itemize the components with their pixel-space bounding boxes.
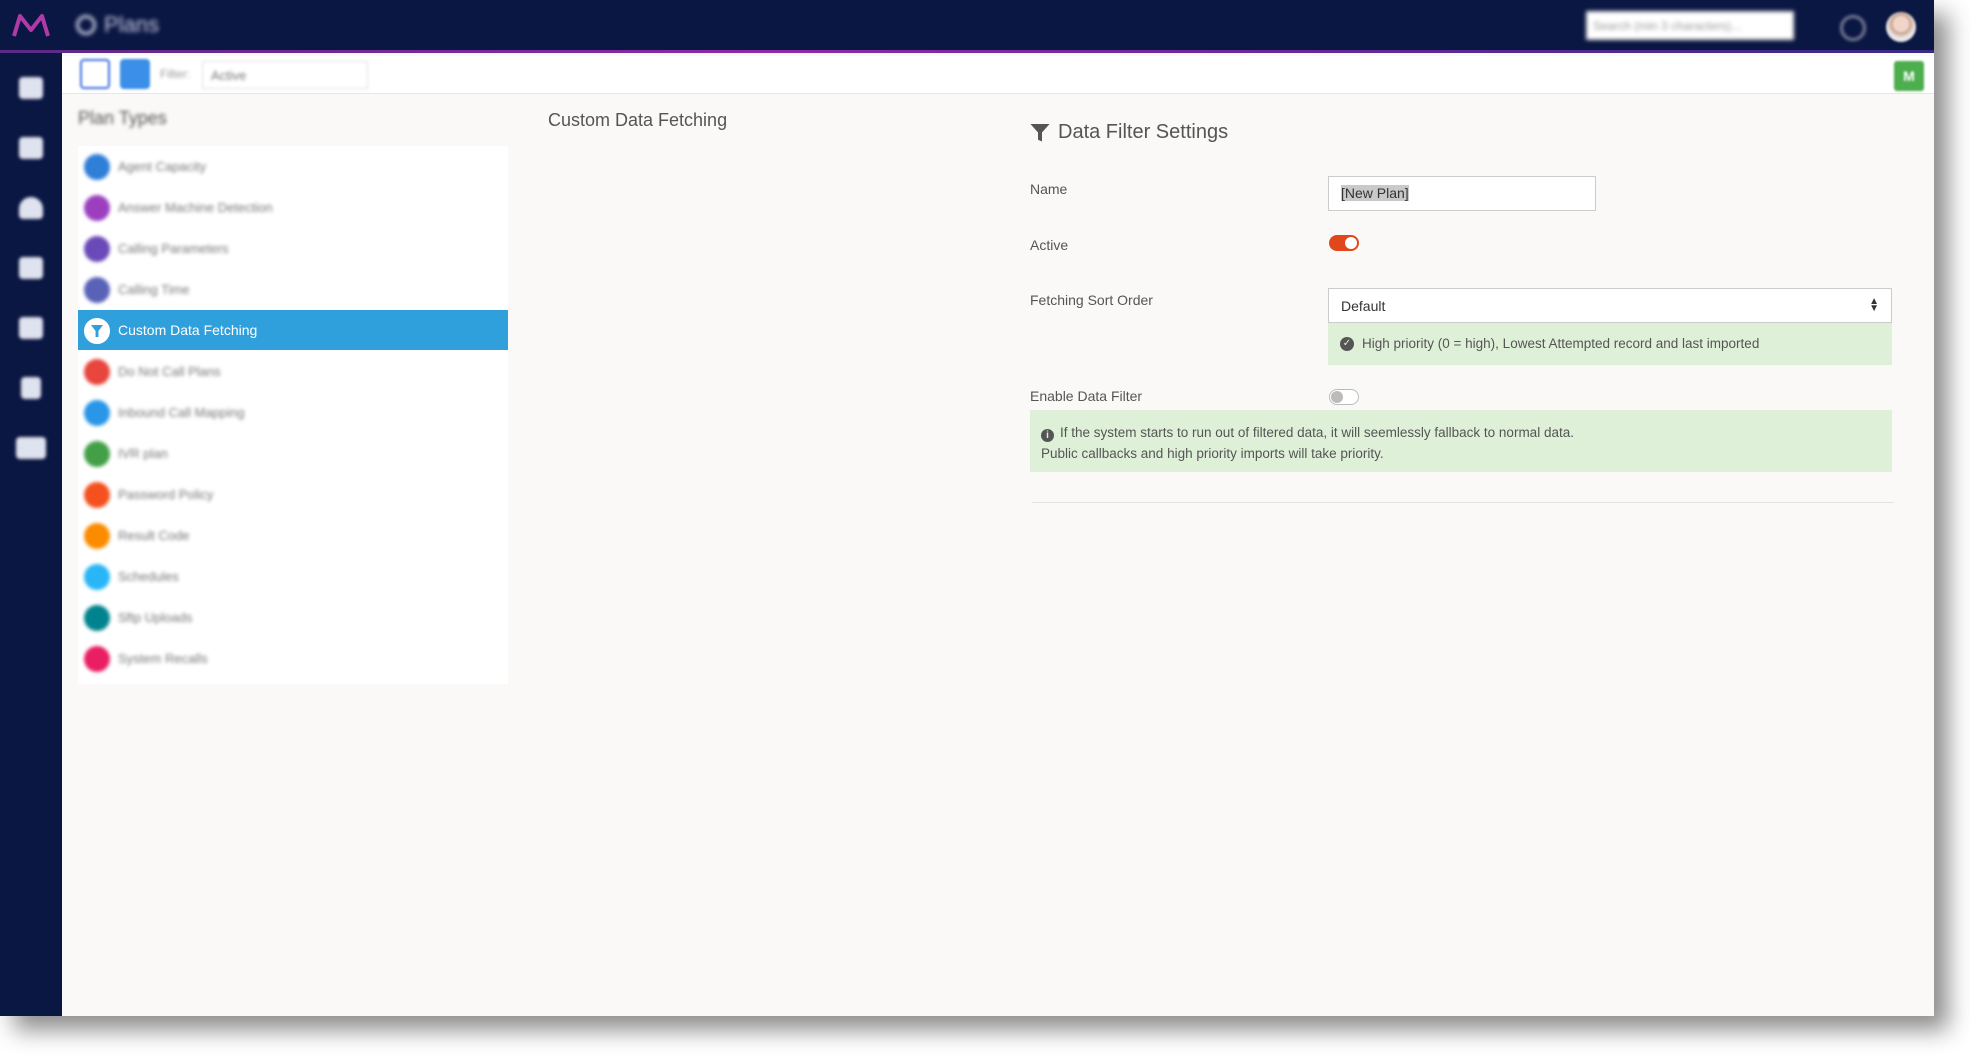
- list-icon[interactable]: [19, 137, 43, 159]
- globe-icon: [76, 15, 96, 35]
- app-window: Plans Search (min 3 characters)... Filte…: [0, 0, 1934, 1016]
- filter-note-line1: If the system starts to run out of filte…: [1060, 425, 1574, 440]
- plan-item-do-not-call-plans[interactable]: Do Not Call Plans: [78, 351, 508, 391]
- plan-item-label: Sftp Uploads: [118, 610, 193, 625]
- toggle-knob: [1331, 391, 1343, 403]
- plan-item-label: Password Policy: [118, 487, 214, 502]
- dashboard-icon[interactable]: [19, 197, 43, 219]
- no-phone-icon: [84, 359, 110, 385]
- name-label: Name: [1030, 181, 1068, 197]
- plan-types-list: Agent Capacity Answer Machine Detection …: [78, 146, 508, 684]
- info-icon: i: [1041, 429, 1054, 442]
- key-icon: [84, 482, 110, 508]
- ivr-icon: [84, 441, 110, 467]
- database-icon[interactable]: [19, 257, 43, 279]
- code-icon: [84, 523, 110, 549]
- lock-icon[interactable]: [19, 317, 43, 339]
- filter-select[interactable]: Active: [202, 61, 368, 89]
- plan-item-inbound-call-mapping[interactable]: Inbound Call Mapping: [78, 392, 508, 432]
- toolbar: Filter: Active M: [62, 56, 1934, 94]
- check-circle-icon: ✓: [1340, 337, 1354, 351]
- plan-item-label: Agent Capacity: [118, 159, 207, 174]
- enable-filter-toggle[interactable]: [1329, 389, 1359, 405]
- settings-title: Data Filter Settings: [1030, 121, 1228, 144]
- user-avatar[interactable]: [1886, 12, 1916, 42]
- voicemail-icon: [84, 195, 110, 221]
- upload-icon: [84, 605, 110, 631]
- document-icon[interactable]: [21, 377, 41, 399]
- filter-label: Filter:: [160, 67, 190, 81]
- parameters-icon: [84, 236, 110, 262]
- plan-item-label: Calling Parameters: [118, 241, 229, 256]
- funnel-icon: [1030, 123, 1050, 142]
- copy-button[interactable]: [120, 59, 150, 89]
- plan-item-label: Calling Time: [118, 282, 190, 297]
- recall-icon: [84, 646, 110, 672]
- plan-item-system-recalls[interactable]: System Recalls: [78, 638, 508, 678]
- left-nav: [0, 53, 62, 1016]
- plan-item-label: Inbound Call Mapping: [118, 405, 245, 420]
- toggle-knob: [1345, 237, 1357, 249]
- plan-item-password-policy[interactable]: Password Policy: [78, 474, 508, 514]
- filter-note-line2: Public callbacks and high priority impor…: [1041, 446, 1384, 461]
- plan-item-label: Custom Data Fetching: [118, 322, 258, 338]
- app-logo-icon[interactable]: [12, 12, 50, 40]
- settings-title-text: Data Filter Settings: [1058, 121, 1229, 143]
- app-title: Plans: [76, 12, 159, 38]
- plan-item-custom-data-fetching[interactable]: Custom Data Fetching: [78, 310, 508, 350]
- plan-item-label: IVR plan: [118, 446, 168, 461]
- name-input[interactable]: [New Plan]: [1328, 176, 1596, 211]
- top-bar-accent: [0, 50, 1934, 53]
- top-bar: Plans Search (min 3 characters)...: [0, 0, 1934, 53]
- phone-icon: [84, 400, 110, 426]
- select-arrows-icon: ▲ ▼: [1869, 296, 1879, 314]
- app-title-text: Plans: [104, 12, 160, 37]
- plan-item-calling-time[interactable]: Calling Time: [78, 269, 508, 309]
- section-title: Custom Data Fetching: [548, 110, 728, 130]
- active-label: Active: [1030, 237, 1069, 253]
- plan-item-label: Do Not Call Plans: [118, 364, 221, 379]
- name-value: [New Plan]: [1341, 185, 1409, 201]
- plan-item-label: System Recalls: [118, 651, 208, 666]
- plan-item-label: Result Code: [118, 528, 190, 543]
- plan-item-label: Schedules: [118, 569, 179, 584]
- home-icon[interactable]: [19, 77, 43, 99]
- sort-order-label: Fetching Sort Order: [1030, 292, 1153, 308]
- plan-item-label: Answer Machine Detection: [118, 200, 273, 215]
- plan-item-agent-capacity[interactable]: Agent Capacity: [78, 146, 508, 186]
- filter-icon: [84, 318, 110, 344]
- agent-icon: [84, 154, 110, 180]
- clock-icon: [84, 277, 110, 303]
- sort-order-select[interactable]: Default ▲ ▼: [1328, 288, 1892, 323]
- plan-types-title: Plan Types: [78, 108, 167, 128]
- calendar-icon: [84, 564, 110, 590]
- help-icon[interactable]: [1840, 15, 1866, 41]
- enable-filter-label: Enable Data Filter: [1030, 388, 1143, 404]
- plan-item-schedules[interactable]: Schedules: [78, 556, 508, 596]
- sort-order-note: ✓ High priority (0 = high), Lowest Attem…: [1328, 323, 1892, 365]
- plan-item-sftp-uploads[interactable]: Sftp Uploads: [78, 597, 508, 637]
- sort-order-note-text: High priority (0 = high), Lowest Attempt…: [1362, 336, 1760, 351]
- data-filter-note: i If the system starts to run out of filt…: [1030, 410, 1892, 472]
- plan-item-ivr-plan[interactable]: IVR plan: [78, 433, 508, 473]
- active-toggle[interactable]: [1329, 235, 1359, 251]
- plan-item-result-code[interactable]: Result Code: [78, 515, 508, 555]
- search-input[interactable]: Search (min 3 characters)...: [1586, 11, 1794, 40]
- gears-icon[interactable]: [16, 437, 46, 459]
- new-document-button[interactable]: [80, 59, 110, 89]
- sort-order-value: Default: [1341, 298, 1386, 314]
- section-divider: [1032, 502, 1894, 503]
- plan-item-calling-parameters[interactable]: Calling Parameters: [78, 228, 508, 268]
- plan-item-answer-machine-detection[interactable]: Answer Machine Detection: [78, 187, 508, 227]
- user-badge-button[interactable]: M: [1894, 61, 1924, 91]
